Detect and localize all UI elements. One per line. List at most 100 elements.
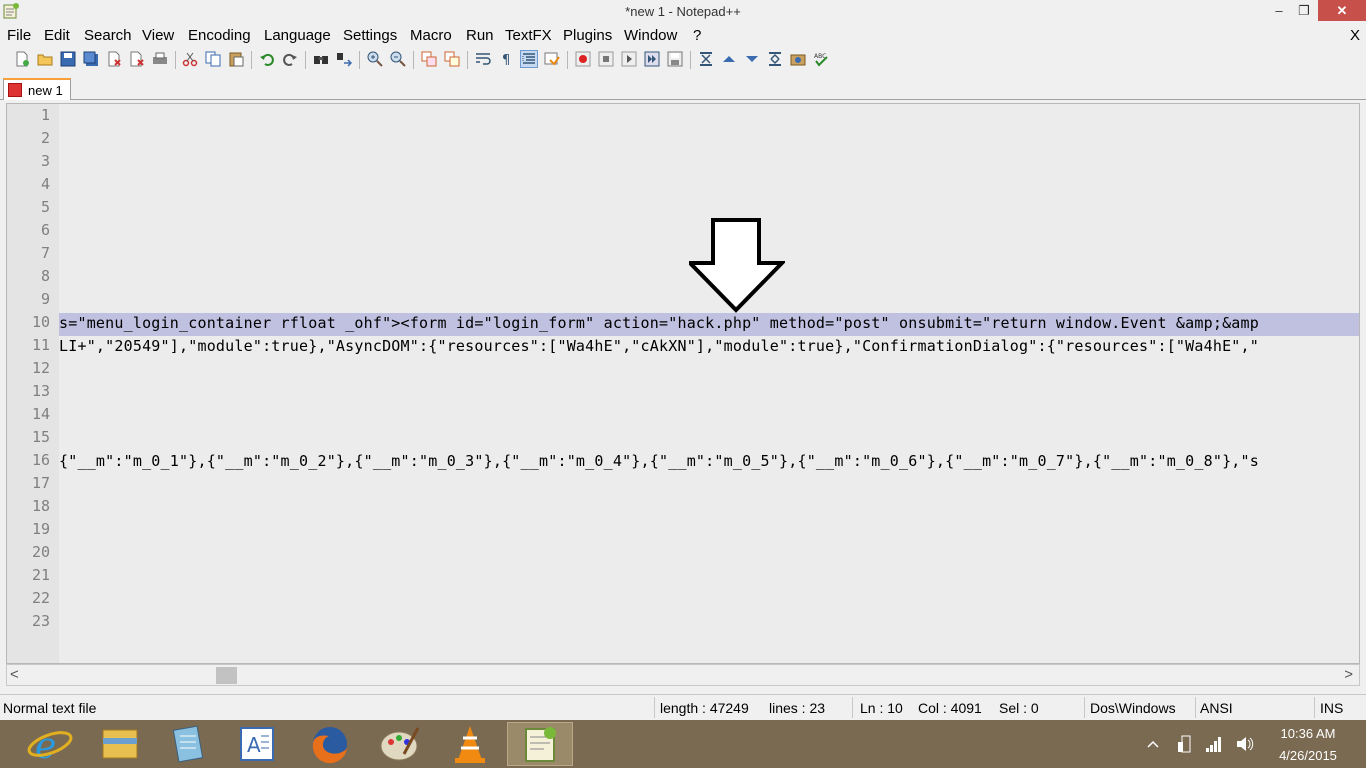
scroll-left-arrow[interactable]: < — [10, 666, 19, 683]
clock-date[interactable]: 4/26/2015 — [1276, 748, 1340, 763]
notepad-icon[interactable] — [156, 722, 222, 766]
wordpad-icon[interactable]: A — [225, 722, 291, 766]
svg-text:¶: ¶ — [502, 53, 510, 67]
toolbar-separator — [359, 51, 360, 69]
zoom-out-icon[interactable] — [390, 51, 406, 67]
next-icon[interactable] — [744, 51, 760, 67]
editor[interactable]: 1 2 3 4 5 6 7 8 9 10 11 12 13 14 15 16 17 18 19 20 21 22 23 s=… — [6, 103, 1360, 664]
copy-icon[interactable] — [205, 51, 221, 67]
code-line-11[interactable]: LI+","20549"],"module":true},"AsyncDOM":… — [59, 337, 1259, 355]
line-number: 5 — [40, 198, 50, 216]
toolbar-separator — [175, 51, 176, 69]
line-number: 8 — [40, 267, 50, 285]
menu-window[interactable]: Window — [624, 27, 677, 44]
menu-encoding[interactable]: Encoding — [188, 27, 251, 44]
toolbar-separator — [467, 51, 468, 69]
restore-button[interactable]: ❐ — [1293, 0, 1315, 21]
word-wrap-icon[interactable] — [475, 51, 491, 67]
indent-guide-icon[interactable] — [520, 50, 538, 68]
redo-icon[interactable] — [282, 51, 298, 67]
firefox-icon[interactable] — [297, 722, 363, 766]
toolbar-separator — [567, 51, 568, 69]
line-number: 17 — [31, 474, 50, 492]
playback-macro-icon[interactable] — [621, 51, 637, 67]
menu-plugins[interactable]: Plugins — [563, 27, 612, 44]
unfold-all-icon[interactable] — [767, 51, 783, 67]
close-window-button[interactable]: ✕ — [1318, 0, 1366, 21]
open-file-icon[interactable] — [37, 51, 53, 67]
text-area[interactable]: s="menu_login_container rfloat _ohf"><fo… — [59, 104, 1359, 663]
clock-time[interactable]: 10:36 AM — [1276, 726, 1340, 741]
save-all-icon[interactable] — [83, 51, 99, 67]
paint-icon[interactable] — [366, 722, 432, 766]
paste-icon[interactable] — [228, 51, 244, 67]
vlc-icon[interactable] — [437, 722, 503, 766]
undo-icon[interactable] — [259, 51, 275, 67]
scroll-right-arrow[interactable]: > — [1344, 666, 1353, 683]
horizontal-scrollbar[interactable]: < > — [6, 664, 1360, 686]
network-icon[interactable] — [1204, 734, 1224, 754]
run-macro-multiple-icon[interactable] — [644, 51, 660, 67]
status-lines: lines : 23 — [769, 700, 826, 716]
unsaved-file-icon — [8, 83, 22, 97]
replace-icon[interactable] — [336, 51, 352, 67]
code-line-16[interactable]: {"__m":"m_0_1"},{"__m":"m_0_2"},{"__m":"… — [59, 452, 1259, 470]
toolbar-separator — [413, 51, 414, 69]
launch-in-browser-icon[interactable] — [790, 51, 806, 67]
menu-file[interactable]: File — [7, 27, 31, 44]
menu-macro[interactable]: Macro — [410, 27, 452, 44]
line-number: 19 — [31, 520, 50, 538]
sync-horizontal-icon[interactable] — [444, 51, 460, 67]
menu-settings[interactable]: Settings — [343, 27, 397, 44]
line-number: 3 — [40, 152, 50, 170]
minimize-button[interactable]: – — [1268, 0, 1290, 21]
close-document-button[interactable]: X — [1350, 27, 1360, 44]
save-icon[interactable] — [60, 51, 76, 67]
line-number: 6 — [40, 221, 50, 239]
close-all-icon[interactable] — [129, 51, 145, 67]
new-file-icon[interactable] — [14, 51, 30, 67]
window-title: *new 1 - Notepad++ — [625, 4, 741, 19]
menu-edit[interactable]: Edit — [44, 27, 70, 44]
show-hidden-icons-icon[interactable] — [1143, 734, 1163, 754]
previous-icon[interactable] — [721, 51, 737, 67]
line-number: 2 — [40, 129, 50, 147]
menu-textfx[interactable]: TextFX — [505, 27, 552, 44]
internet-explorer-icon[interactable]: e — [17, 722, 83, 766]
toolbar: ¶ ABC — [0, 47, 1366, 73]
menu-run[interactable]: Run — [466, 27, 494, 44]
cut-icon[interactable] — [182, 51, 198, 67]
print-icon[interactable] — [152, 51, 168, 67]
record-macro-icon[interactable] — [575, 51, 591, 67]
code-line-10[interactable]: s="menu_login_container rfloat _ohf"><fo… — [59, 314, 1259, 332]
menu-search[interactable]: Search — [84, 27, 132, 44]
status-separator — [1314, 697, 1315, 718]
sync-vertical-icon[interactable] — [421, 51, 437, 67]
tab-new-1[interactable]: new 1 — [3, 78, 71, 100]
tab-bar: new 1 — [0, 77, 1366, 100]
status-column: Col : 4091 — [918, 700, 982, 716]
action-center-icon[interactable] — [1175, 734, 1195, 754]
zoom-in-icon[interactable] — [367, 51, 383, 67]
spell-check-icon[interactable]: ABC — [813, 51, 829, 67]
notepad-plus-plus-icon[interactable] — [507, 722, 573, 766]
fold-all-icon[interactable] — [698, 51, 714, 67]
show-all-characters-icon[interactable]: ¶ — [498, 51, 514, 67]
line-number: 16 — [31, 451, 50, 469]
svg-text:A: A — [247, 733, 261, 757]
save-macro-icon[interactable] — [667, 51, 683, 67]
close-icon[interactable] — [106, 51, 122, 67]
status-selection: Sel : 0 — [999, 700, 1039, 716]
scrollbar-thumb[interactable] — [216, 667, 237, 684]
find-icon[interactable] — [313, 51, 329, 67]
status-separator — [852, 697, 853, 718]
volume-icon[interactable] — [1235, 734, 1255, 754]
stop-recording-icon[interactable] — [598, 51, 614, 67]
menu-language[interactable]: Language — [264, 27, 331, 44]
menu-help[interactable]: ? — [693, 27, 701, 44]
user-defined-language-icon[interactable] — [544, 51, 560, 67]
line-number: 1 — [40, 106, 50, 124]
down-arrow-icon — [689, 218, 785, 313]
menu-view[interactable]: View — [142, 27, 174, 44]
file-explorer-icon[interactable] — [87, 722, 153, 766]
